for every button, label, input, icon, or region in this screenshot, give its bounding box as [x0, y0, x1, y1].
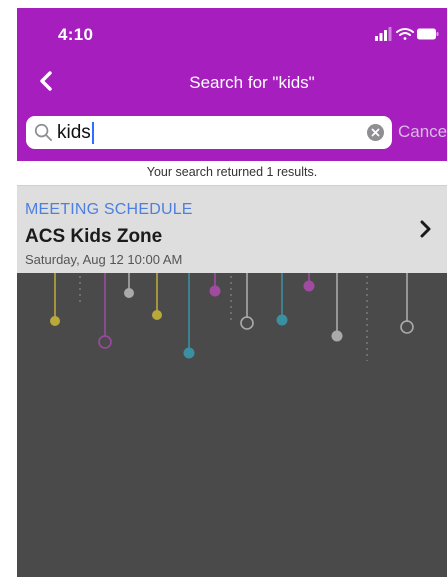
- search-input[interactable]: [57, 120, 357, 145]
- search-icon: [34, 123, 53, 142]
- clear-icon[interactable]: [367, 124, 384, 141]
- result-datetime: Saturday, Aug 12 10:00 AM: [25, 252, 183, 267]
- phone-screen: 4:10 Search for "kids" kids Cancel Your …: [17, 8, 447, 577]
- search-box[interactable]: [26, 116, 392, 149]
- chevron-right-icon: [420, 220, 431, 238]
- battery-icon: [417, 28, 439, 40]
- signal-icon: [375, 27, 392, 41]
- search-result-item[interactable]: MEETING SCHEDULE ACS Kids Zone Saturday,…: [17, 186, 447, 273]
- result-title: ACS Kids Zone: [25, 226, 163, 247]
- nav-bar: Search for "kids": [17, 58, 447, 108]
- status-bar: 4:10: [17, 8, 447, 58]
- status-icons: [375, 27, 439, 41]
- wifi-icon: [396, 28, 414, 40]
- clear-x-icon: [371, 128, 380, 137]
- page-title: Search for "kids": [189, 73, 315, 92]
- results-summary: Your search returned 1 results.: [17, 161, 447, 186]
- text-caret: [91, 122, 94, 144]
- cancel-button[interactable]: Cancel: [398, 122, 447, 142]
- status-time: 4:10: [58, 25, 94, 44]
- search-row: Cancel: [17, 108, 447, 161]
- result-category: MEETING SCHEDULE: [25, 201, 193, 218]
